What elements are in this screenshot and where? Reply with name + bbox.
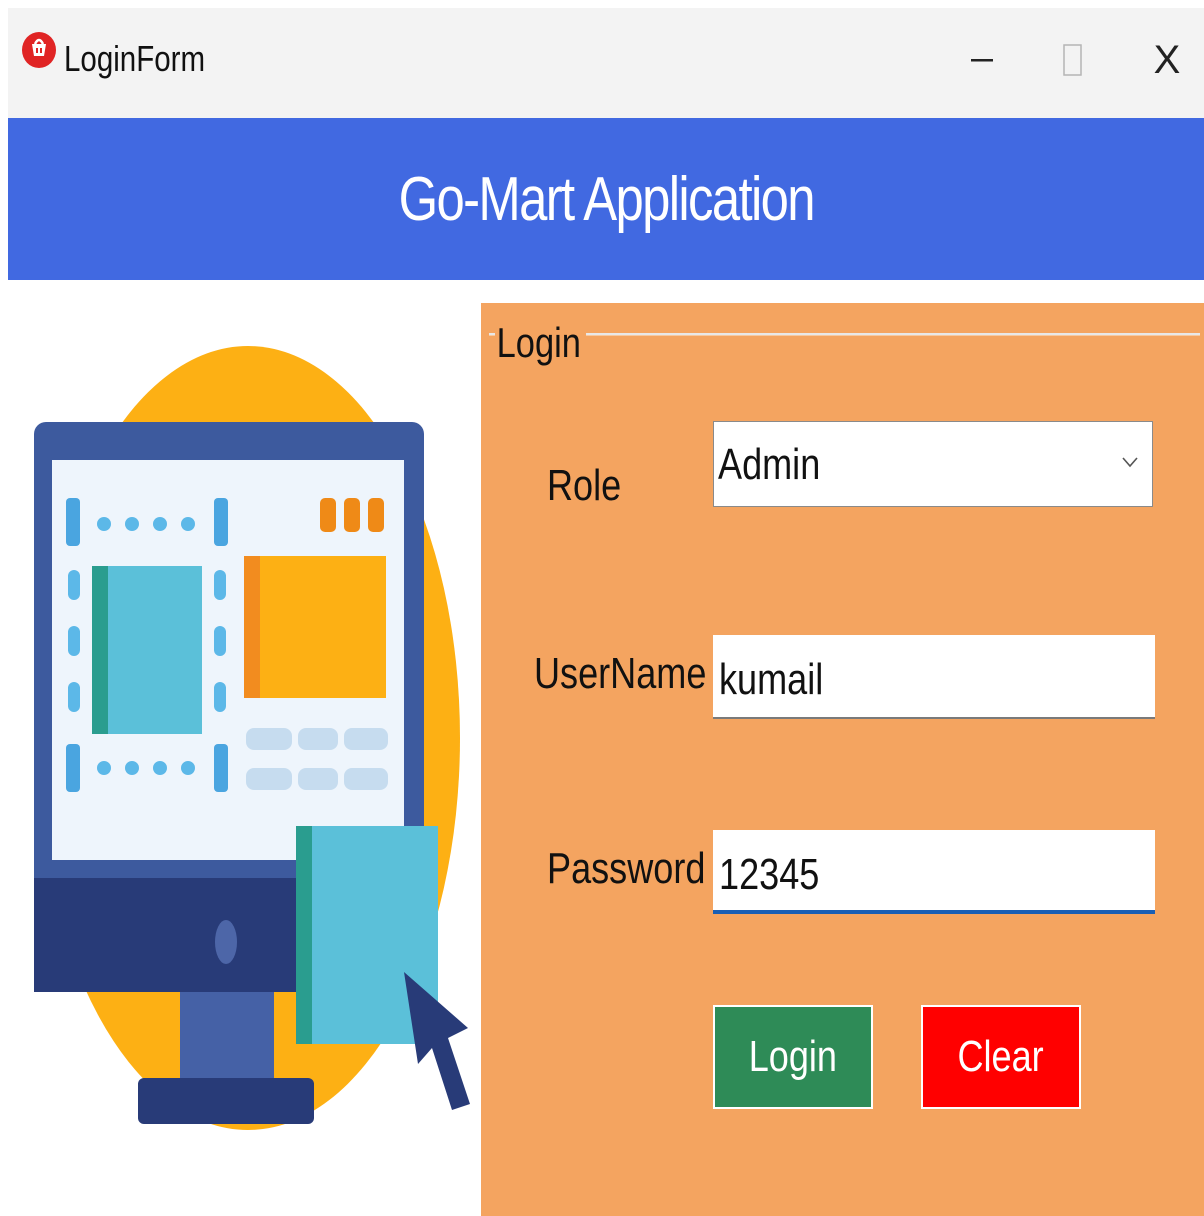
login-button[interactable]: Login bbox=[713, 1005, 873, 1109]
role-selected-value: Admin bbox=[718, 440, 821, 489]
maximize-button[interactable] bbox=[1038, 30, 1108, 90]
login-button-label: Login bbox=[748, 1032, 838, 1081]
clear-button-label: Clear bbox=[957, 1032, 1045, 1081]
login-window: LoginForm X Go-Mart Application Login Ro… bbox=[8, 8, 1204, 1216]
group-label: Login bbox=[495, 319, 586, 367]
username-field[interactable]: kumail bbox=[713, 635, 1155, 719]
shopping-bag-app-icon bbox=[22, 32, 56, 68]
role-label: Role bbox=[547, 461, 622, 510]
app-header: Go-Mart Application bbox=[8, 118, 1204, 280]
computer-illustration bbox=[34, 346, 470, 1130]
clear-button[interactable]: Clear bbox=[921, 1005, 1081, 1109]
minimize-button[interactable] bbox=[948, 30, 1018, 90]
minimize-icon bbox=[971, 59, 993, 62]
password-label: Password bbox=[547, 844, 706, 893]
window-title: LoginForm bbox=[64, 38, 206, 79]
close-label: X bbox=[1153, 37, 1181, 82]
maximize-icon bbox=[1063, 44, 1082, 76]
title-bar: LoginForm X bbox=[8, 8, 1204, 118]
username-label: UserName bbox=[534, 649, 707, 698]
password-value: 12345 bbox=[719, 850, 820, 899]
chevron-down-icon bbox=[1122, 457, 1138, 468]
login-groupbox: Login Role Admin UserName kumail Passwor… bbox=[481, 303, 1204, 1216]
role-dropdown[interactable]: Admin bbox=[713, 421, 1153, 507]
username-value: kumail bbox=[719, 655, 824, 704]
close-button[interactable]: X bbox=[1132, 30, 1202, 90]
group-border bbox=[489, 333, 1200, 336]
app-title: Go-Mart Application bbox=[398, 164, 815, 234]
password-field[interactable]: 12345 bbox=[713, 830, 1155, 914]
